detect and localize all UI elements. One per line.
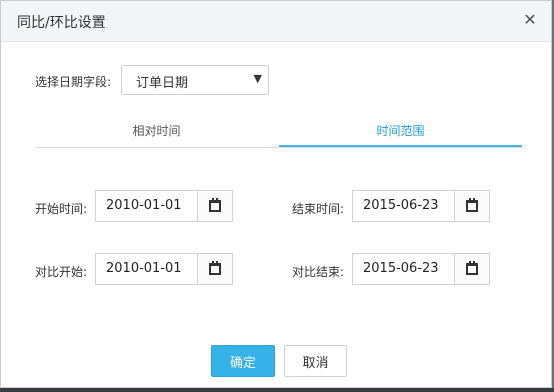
start-time-value: 2010-01-01 [106,198,182,213]
date-field-row: 选择日期字段: [35,67,111,95]
end-time-calendar-button[interactable] [454,190,490,222]
start-time-calendar-button[interactable] [197,190,233,222]
calendar-icon [466,261,478,275]
tab-relative-time[interactable]: 相对时间 [35,119,278,147]
end-time-value: 2015-06-23 [363,198,439,213]
compare-end-calendar-button[interactable] [454,253,490,285]
compare-start-value: 2010-01-01 [106,261,182,276]
calendar-icon [466,198,478,212]
settings-dialog: 同比/环比设置 ✕ 选择日期字段: 订单日期 ▼ 相对时间 时间范围 开始时间:… [0,0,552,388]
calendar-icon [209,261,221,275]
background-strip [0,388,554,392]
cancel-button[interactable]: 取消 [284,345,347,377]
tab-bar: 相对时间 时间范围 [35,119,522,148]
confirm-button[interactable]: 确定 [211,345,275,377]
caret-down-icon: ▼ [253,72,262,85]
date-field-value: 订单日期 [136,76,189,91]
compare-start-label: 对比开始: [35,265,88,279]
tab-time-range[interactable]: 时间范围 [279,119,522,147]
calendar-icon [209,198,221,212]
end-time-input[interactable]: 2015-06-23 [352,190,455,222]
start-time-input[interactable]: 2010-01-01 [95,190,198,222]
dialog-title: 同比/环比设置 [17,15,106,31]
dialog-header: 同比/环比设置 ✕ [1,1,551,42]
date-field-select[interactable]: 订单日期 ▼ [121,65,269,95]
compare-end-value: 2015-06-23 [363,261,439,276]
close-icon[interactable]: ✕ [521,10,539,29]
compare-end-label: 对比结束: [292,265,345,279]
end-time-label: 结束时间: [292,202,345,216]
date-field-label: 选择日期字段: [35,74,112,89]
compare-end-input[interactable]: 2015-06-23 [352,253,455,285]
start-time-label: 开始时间: [35,202,88,216]
compare-start-calendar-button[interactable] [197,253,233,285]
compare-start-input[interactable]: 2010-01-01 [95,253,198,285]
